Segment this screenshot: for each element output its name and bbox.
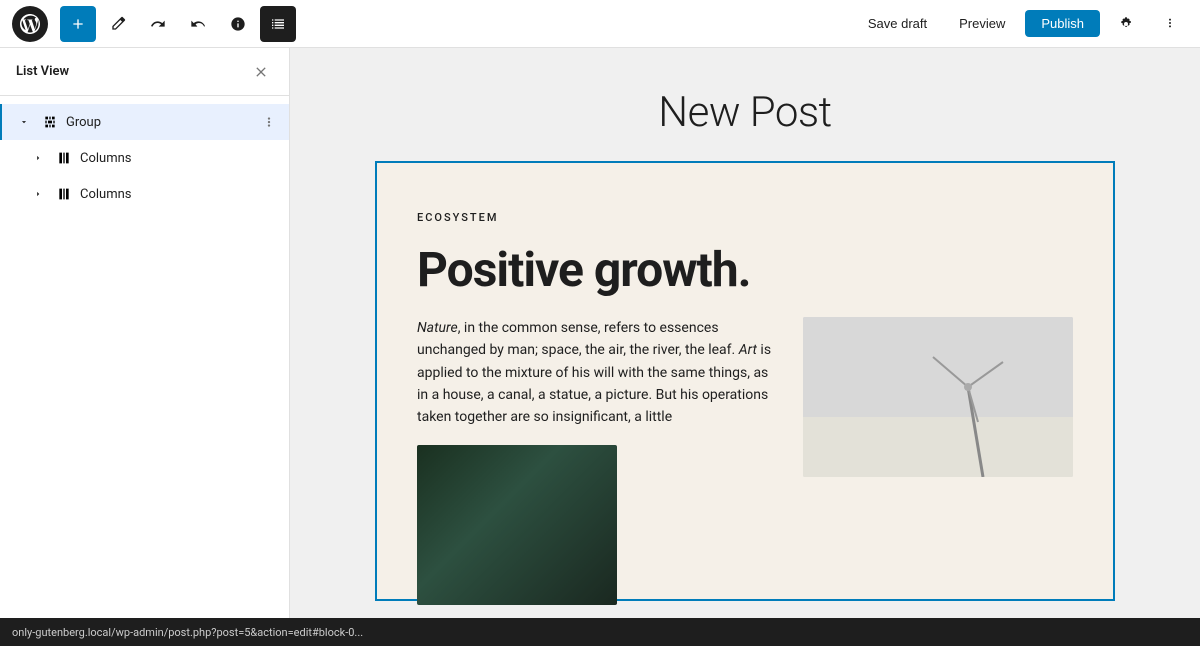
save-draft-button[interactable]: Save draft xyxy=(856,10,939,37)
columns2-chevron[interactable] xyxy=(28,184,48,204)
tree-item-columns-2[interactable]: Columns xyxy=(0,176,289,212)
columns2-block-icon xyxy=(54,184,74,204)
edit-button[interactable] xyxy=(100,6,136,42)
text-and-image-left: Nature, in the common sense, refers to e… xyxy=(417,317,779,605)
turbine-image xyxy=(803,317,1073,477)
status-bar-url: only-gutenberg.local/wp-admin/post.php?p… xyxy=(12,626,363,639)
body-text-2: , in the common sense, refers to essence… xyxy=(417,320,739,358)
body-columns: Nature, in the common sense, refers to e… xyxy=(417,317,1073,605)
info-button[interactable] xyxy=(220,6,256,42)
wordpress-icon xyxy=(20,14,40,34)
post-title[interactable]: New Post xyxy=(375,88,1115,137)
main-area: List View xyxy=(0,48,1200,646)
vertical-ellipsis-icon xyxy=(1162,16,1178,32)
gear-icon xyxy=(1118,16,1134,32)
editor-area[interactable]: New Post ECOSYSTEM Positive growth. Natu… xyxy=(290,48,1200,646)
ellipsis-icon xyxy=(262,115,276,129)
columns1-chevron[interactable] xyxy=(28,148,48,168)
settings-button[interactable] xyxy=(1108,6,1144,42)
undo-icon xyxy=(150,16,166,32)
block-tree: Group xyxy=(0,96,289,220)
sidebar-header: List View xyxy=(0,48,289,96)
columns2-label: Columns xyxy=(80,187,257,202)
close-icon xyxy=(253,64,269,80)
list-view-button[interactable] xyxy=(260,6,296,42)
forest-image-visual xyxy=(417,445,617,605)
art-italic: Art xyxy=(739,342,757,358)
ellipsis-icon-2 xyxy=(262,151,276,165)
forest-image xyxy=(417,445,617,605)
wp-logo-button[interactable] xyxy=(12,6,48,42)
plus-icon xyxy=(70,16,86,32)
turbine-image-visual xyxy=(803,317,1073,477)
list-view-icon xyxy=(270,16,286,32)
columns1-block-icon xyxy=(54,148,74,168)
list-view-sidebar: List View xyxy=(0,48,290,646)
toolbar-left-group xyxy=(12,6,296,42)
add-block-button[interactable] xyxy=(60,6,96,42)
ellipsis-icon-3 xyxy=(262,187,276,201)
body-text: Nature, in the common sense, refers to e… xyxy=(417,317,779,429)
redo-button[interactable] xyxy=(180,6,216,42)
nature-italic: Nature xyxy=(417,320,458,336)
preview-button[interactable]: Preview xyxy=(947,10,1017,37)
group-icon xyxy=(42,114,58,130)
columns-icon-2 xyxy=(56,186,72,202)
top-toolbar: Save draft Preview Publish xyxy=(0,0,1200,48)
toolbar-right-group: Save draft Preview Publish xyxy=(856,6,1188,42)
columns1-label: Columns xyxy=(80,151,257,166)
tree-item-group[interactable]: Group xyxy=(0,104,289,140)
more-options-button[interactable] xyxy=(1152,6,1188,42)
tree-item-columns-1[interactable]: Columns xyxy=(0,140,289,176)
group-label: Group xyxy=(66,115,257,130)
ecosystem-label: ECOSYSTEM xyxy=(417,211,1073,224)
headline[interactable]: Positive growth. xyxy=(417,244,1073,297)
sidebar-title: List View xyxy=(16,64,69,79)
chevron-right-icon-2 xyxy=(33,189,43,199)
group-chevron[interactable] xyxy=(14,112,34,132)
info-icon xyxy=(230,16,246,32)
columns-icon xyxy=(56,150,72,166)
chevron-right-icon xyxy=(33,153,43,163)
undo-button[interactable] xyxy=(140,6,176,42)
group-more-button[interactable] xyxy=(257,110,281,134)
close-sidebar-button[interactable] xyxy=(249,60,273,84)
chevron-down-icon xyxy=(19,117,29,127)
status-bar: only-gutenberg.local/wp-admin/post.php?p… xyxy=(0,618,1200,646)
group-block-icon xyxy=(40,112,60,132)
publish-button[interactable]: Publish xyxy=(1025,10,1100,37)
redo-icon xyxy=(190,16,206,32)
pencil-icon xyxy=(110,16,126,32)
content-block[interactable]: ECOSYSTEM Positive growth. Nature, in th… xyxy=(375,161,1115,601)
turbine-svg xyxy=(803,317,1073,477)
